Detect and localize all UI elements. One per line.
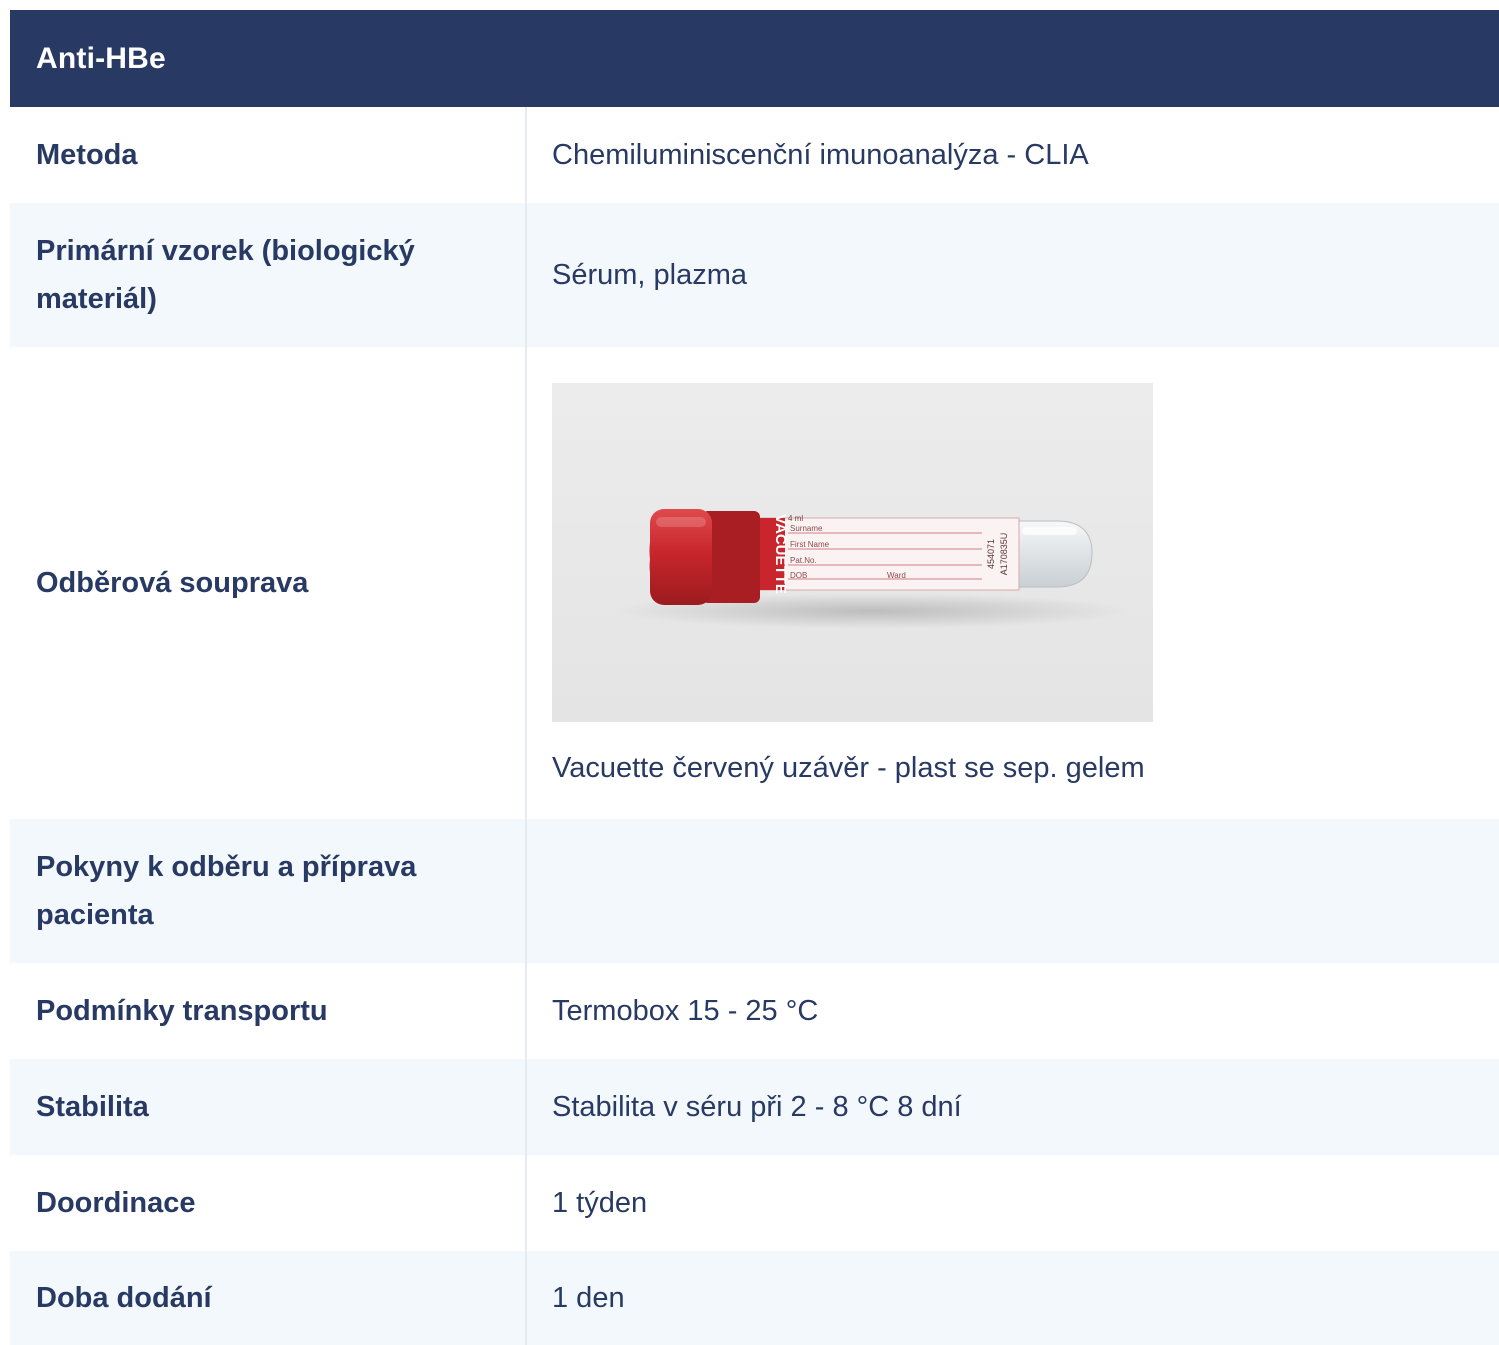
table-row: Odběrová souprava VACUETTE 4 ml Surname … xyxy=(10,347,1499,819)
tube-field-first-name: First Name xyxy=(790,540,830,549)
test-title-header: Anti-HBe xyxy=(10,10,1499,107)
row-value-pokyny xyxy=(526,819,1499,963)
tube-brand-text: VACUETTE xyxy=(772,514,789,594)
row-label-stabilita: Stabilita xyxy=(10,1059,527,1155)
row-label-odberova-souprava: Odběrová souprava xyxy=(10,347,527,819)
row-value-stabilita: Stabilita v séru při 2 - 8 °C 8 dní xyxy=(526,1059,1499,1155)
row-value-odberova-souprava: VACUETTE 4 ml Surname First Name Pat.No.… xyxy=(526,347,1499,819)
row-value-doordinace: 1 týden xyxy=(552,1187,648,1219)
tube-highlight xyxy=(1022,526,1077,535)
row-value-primarni-vzorek: Sérum, plazma xyxy=(526,203,1499,347)
table-row: Stabilita Stabilita v séru při 2 - 8 °C … xyxy=(10,1059,1499,1155)
table-row: Metoda Chemiluminiscenční imunoanalýza -… xyxy=(10,107,1499,203)
test-details-table: Metoda Chemiluminiscenční imunoanalýza -… xyxy=(10,107,1499,1345)
tube-volume-text: 4 ml xyxy=(788,514,803,523)
table-row: Pokyny k odběru a příprava pacienta xyxy=(10,819,1499,963)
table-row: Primární vzorek (biologický materiál) Sé… xyxy=(10,203,1499,347)
row-label-pokyny: Pokyny k odběru a příprava pacienta xyxy=(10,819,527,963)
tube-code-1: 454071 xyxy=(986,538,996,568)
test-title: Anti-HBe xyxy=(36,41,166,75)
tube-field-pat-no: Pat.No. xyxy=(790,556,817,565)
table-row: Podmínky transportu Termobox 15 - 25 °C xyxy=(10,963,1499,1059)
tube-figure: VACUETTE 4 ml Surname First Name Pat.No.… xyxy=(552,375,1499,792)
row-label-doba-dodani: Doba dodání xyxy=(10,1251,527,1345)
row-label-metoda: Metoda xyxy=(10,107,527,203)
blood-collection-tube-image: VACUETTE 4 ml Surname First Name Pat.No.… xyxy=(552,382,1153,722)
table-row: Doba dodání 1 den xyxy=(10,1251,1499,1345)
test-info-card: Anti-HBe Metoda Chemiluminiscenční imuno… xyxy=(10,10,1499,1345)
tube-code-2: A170835U xyxy=(999,532,1009,575)
row-value-metoda: Chemiluminiscenční imunoanalýza - CLIA xyxy=(552,139,1089,171)
tube-field-dob: DOB xyxy=(790,571,807,580)
tube-field-surname: Surname xyxy=(790,524,823,533)
row-label-primarni-vzorek: Primární vzorek (biologický materiál) xyxy=(10,203,527,347)
tube-field-ward: Ward xyxy=(887,571,906,580)
row-value-doba-dodani: 1 den xyxy=(526,1251,1499,1345)
row-label-podminky-transportu: Podmínky transportu xyxy=(10,963,527,1059)
table-row: Doordinace 1 týden xyxy=(10,1155,1499,1251)
tube-illustration: VACUETTE 4 ml Surname First Name Pat.No.… xyxy=(612,508,1132,629)
row-label-doordinace: Doordinace xyxy=(10,1155,527,1251)
row-value-podminky-transportu: Termobox 15 - 25 °C xyxy=(552,995,819,1027)
tube-caption: Vacuette červený uzávěr - plast se sep. … xyxy=(552,751,1145,784)
